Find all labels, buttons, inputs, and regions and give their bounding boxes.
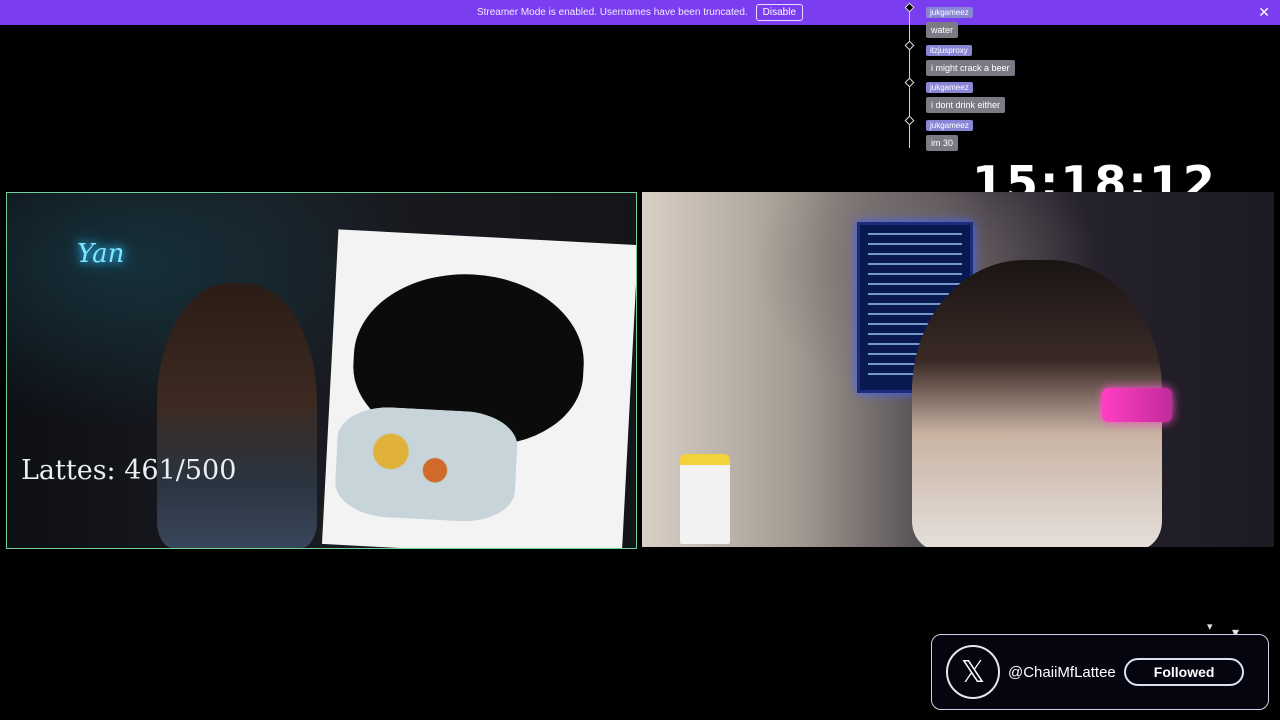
chat-text: i might crack a beer: [926, 59, 1015, 76]
followed-button[interactable]: Followed: [1123, 658, 1245, 686]
chat-text: i dont drink either: [926, 97, 1006, 113]
chat-username: jukgameez: [926, 119, 973, 131]
chat-marker-icon: [904, 40, 915, 50]
chat-marker-icon: [904, 77, 915, 88]
left-camera-feed: Yan Lattes: 461/500: [6, 192, 637, 549]
artist-figure: [157, 283, 317, 548]
lattes-goal: Lattes: 461/500: [21, 455, 237, 486]
twitter-bird-icon: ▾: [1207, 621, 1213, 633]
container-prop: [680, 454, 730, 544]
social-handle: @ChaiiMfLattee: [1008, 663, 1116, 681]
microphone-icon: [1102, 388, 1172, 422]
right-camera-feed: [642, 192, 1274, 547]
chat-message: jukgameez im 30: [904, 115, 1104, 153]
painting-flowers: [333, 404, 520, 524]
chat-message: jukgameez water: [904, 2, 1104, 40]
follow-card: 𝕏 @ChaiiMfLattee Followed: [931, 634, 1269, 710]
chat-username: itzjusproxy: [926, 44, 972, 56]
chat-text: water: [926, 22, 959, 38]
close-icon[interactable]: ✕: [1258, 4, 1270, 21]
x-logo-icon: 𝕏: [946, 645, 1000, 699]
chat-username: jukgameez: [926, 82, 973, 93]
chat-message: jukgameez i dont drink either: [904, 77, 1104, 115]
banner-message: Streamer Mode is enabled. Usernames have…: [476, 7, 748, 18]
painting-canvas: [321, 229, 636, 548]
disable-button[interactable]: Disable: [755, 4, 804, 21]
chat-message: itzjusproxy i might crack a beer: [904, 40, 1104, 78]
neon-sign: Yan: [77, 239, 125, 269]
chat-marker-icon: [904, 115, 915, 125]
chat-overlay: jukgameez water itzjusproxy i might crac…: [904, 2, 1104, 152]
chat-text: im 30: [926, 134, 959, 151]
chat-username: jukgameez: [926, 7, 973, 18]
chat-marker-icon: [904, 2, 915, 13]
